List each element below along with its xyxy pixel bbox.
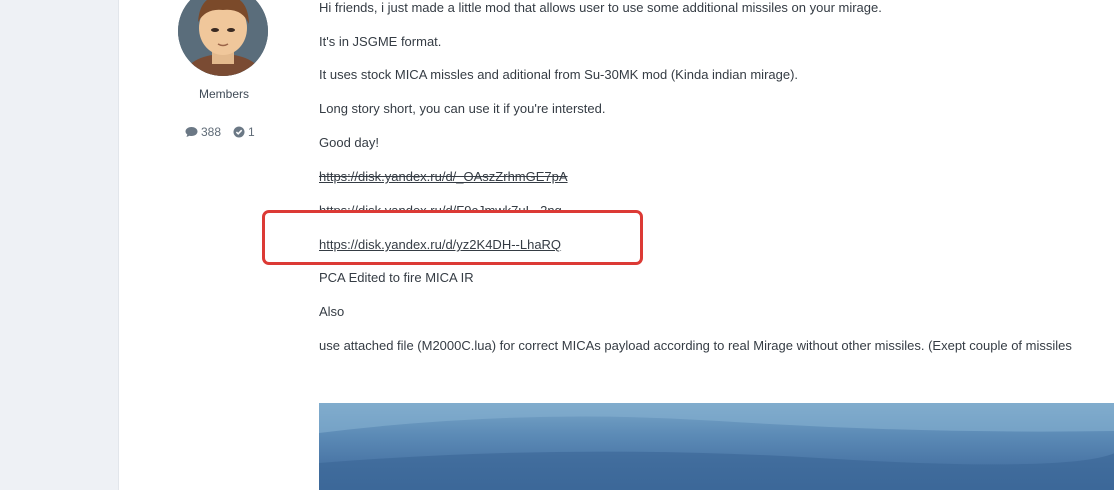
paragraph-attached: use attached file (M2000C.lua) for corre… (319, 338, 1072, 353)
paragraph-summary: Long story short, you can use it if you'… (319, 101, 606, 116)
member-group: Members (198, 87, 249, 101)
author-column: Members 388 1 (119, 0, 329, 490)
reputation-value: 1 (248, 125, 255, 139)
left-gutter (0, 0, 118, 490)
paragraph-link-1: https://disk.yandex.ru/d/_OAszZrhmGE7pA (319, 169, 568, 185)
paragraph-link-2: https://disk.yandex.ru/d/F9cJmwk7uL_2ng (319, 203, 562, 213)
paragraph-format: It's in JSGME format. (319, 34, 442, 49)
paragraph-intro: Hi friends, i just made a little mod tha… (319, 0, 882, 15)
download-link-3[interactable]: https://disk.yandex.ru/d/yz2K4DH--LhaRQ (319, 237, 561, 252)
check-circle-icon (233, 126, 245, 138)
author-stats: 388 1 (185, 125, 255, 139)
page: Members 388 1 Hi friends, i just made a … (0, 0, 1114, 490)
post-count-value: 388 (201, 125, 222, 139)
paragraph-greeting: Good day! (319, 135, 379, 150)
attached-image[interactable] (319, 403, 1114, 490)
download-link-1[interactable]: https://disk.yandex.ru/d/_OAszZrhmGE7pA (319, 169, 568, 184)
download-link-2[interactable]: https://disk.yandex.ru/d/F9cJmwk7uL_2ng (319, 203, 562, 213)
paragraph-also: Also (319, 304, 345, 319)
speech-bubble-icon (185, 126, 198, 138)
paragraph-link-3: https://disk.yandex.ru/d/yz2K4DH--LhaRQ (319, 237, 561, 253)
forum-post: Members 388 1 Hi friends, i just made a … (118, 0, 1114, 490)
reputation: 1 (233, 125, 255, 139)
avatar-image (178, 0, 268, 76)
avatar[interactable] (178, 0, 268, 76)
post-count: 388 (185, 125, 221, 139)
paragraph-pca: PCA Edited to fire MICA IR (319, 270, 474, 285)
paragraph-missiles: It uses stock MICA missles and aditional… (319, 67, 799, 82)
attached-image-graphic (319, 403, 1114, 490)
